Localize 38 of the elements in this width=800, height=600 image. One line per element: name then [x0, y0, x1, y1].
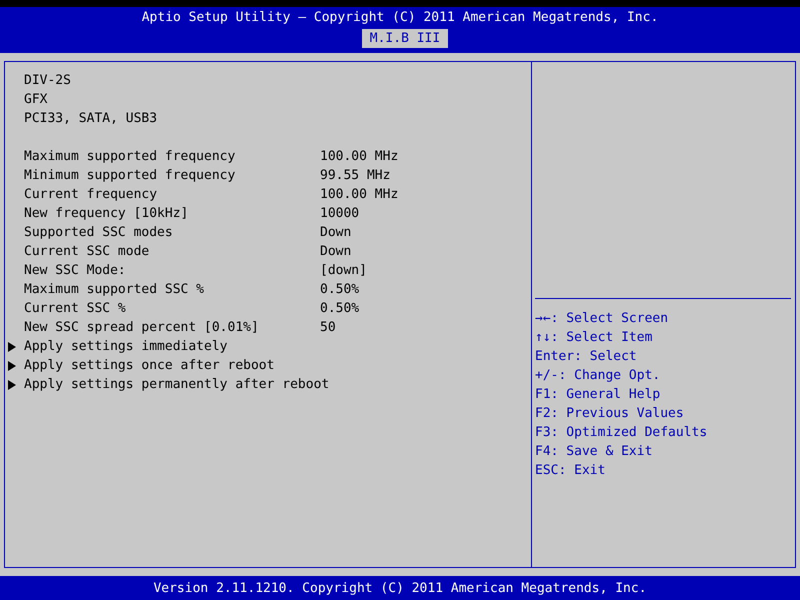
setting-label: New SSC Mode:: [24, 262, 127, 280]
submenu-item[interactable]: Apply settings permanently after reboot: [24, 375, 330, 394]
menu-tab[interactable]: M.I.B III: [362, 29, 448, 48]
setting-label: Supported SSC modes: [24, 224, 174, 242]
setting-label: Maximum supported SSC %: [24, 281, 206, 299]
setting-label: Current SSC %: [24, 300, 127, 318]
version-text: Version 2.11.1210. Copyright (C) 2011 American Megatrends, Inc.: [153, 580, 647, 596]
setting-label: New frequency [10kHz]: [24, 205, 190, 223]
help-text: F3: Optimized Defaults: [535, 425, 708, 440]
setting-value[interactable]: 10000: [320, 204, 360, 223]
submenu-item[interactable]: Apply settings once after reboot: [24, 356, 274, 375]
help-text: F1: General Help: [535, 387, 660, 402]
setting-value[interactable]: 0.50%: [320, 280, 360, 299]
setting-value[interactable]: Down: [320, 242, 352, 261]
window-title: Aptio Setup Utility – Copyright (C) 2011 American Megatrends, Inc.: [142, 9, 658, 27]
setting-value[interactable]: Down: [320, 223, 352, 242]
setting-value[interactable]: 100.00 MHz: [320, 185, 398, 204]
setting-value[interactable]: 99.55 MHz: [320, 166, 390, 185]
help-text: →←: Select Screen: [535, 311, 668, 326]
setting-label: Current frequency: [24, 186, 158, 204]
setting-label: Minimum supported frequency: [24, 167, 236, 185]
setting-value[interactable]: 50: [320, 318, 336, 337]
setting-value[interactable]: [down]: [320, 261, 367, 280]
help-text: F4: Save & Exit: [535, 444, 652, 459]
setting-label: Current SSC mode: [24, 243, 150, 261]
setting-label: New SSC spread percent [0.01%]: [24, 319, 260, 337]
help-text: ESC: Exit: [535, 463, 606, 478]
help-text: F2: Previous Values: [535, 406, 684, 421]
help-text: Enter: Select: [535, 349, 637, 364]
setting-value[interactable]: 100.00 MHz: [320, 147, 398, 166]
help-text: ↑↓: Select Item: [535, 330, 652, 345]
help-text: +/-: Change Opt.: [535, 368, 660, 383]
info-text: PCI33, SATA, USB3: [24, 110, 158, 128]
submenu-item[interactable]: Apply settings immediately: [24, 337, 228, 356]
info-text: DIV-2S: [24, 72, 71, 90]
setting-label: Maximum supported frequency: [24, 148, 236, 166]
setting-value[interactable]: 0.50%: [320, 299, 360, 318]
info-text: GFX: [24, 91, 48, 109]
